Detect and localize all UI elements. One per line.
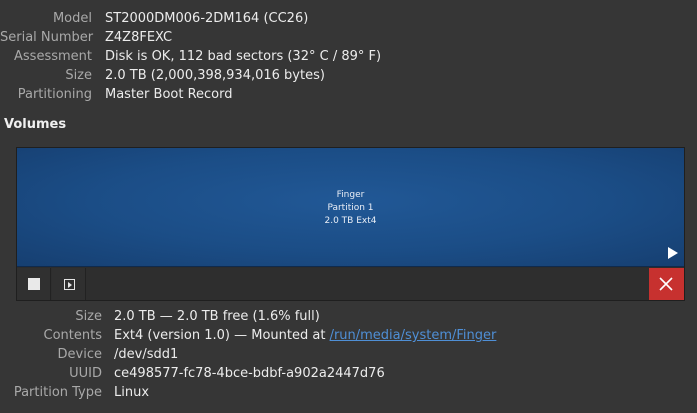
contents-row: Contents Ext4 (version 1.0) — Mounted at… [0, 326, 697, 345]
volume-toolbar [17, 268, 684, 300]
close-icon [659, 277, 673, 291]
partition-name: Finger [336, 190, 365, 200]
unmount-icon [64, 279, 75, 290]
contents-value: Ext4 (version 1.0) — Mounted at /run/med… [114, 326, 496, 345]
device-label: Device [57, 347, 102, 362]
partition-type-row: Partition Type Linux [0, 383, 697, 402]
volumes-map: Finger Partition 1 2.0 TB Ext4 [16, 147, 685, 301]
partition-size-fs: 2.0 TB Ext4 [324, 216, 377, 226]
device-row: Device /dev/sdd1 [0, 345, 697, 364]
mount-path-link[interactable]: /run/media/system/Finger [330, 328, 497, 343]
partition-type-value: Linux [114, 385, 150, 400]
uuid-label: UUID [69, 366, 102, 381]
assessment-value: Disk is OK, 112 bad sectors (32° C / 89°… [105, 49, 382, 64]
serial-label: Serial Number [0, 30, 94, 45]
stop-icon [28, 278, 40, 290]
partitioning-row: Partitioning Master Boot Record [0, 85, 697, 104]
additional-options-button[interactable] [52, 268, 86, 300]
size-value: 2.0 TB (2,000,398,934,016 bytes) [105, 68, 325, 83]
uuid-row: UUID ce498577-fc78-4bce-bdbf-a902a2447d7… [0, 364, 697, 383]
model-value: ST2000DM006-2DM164 (CC26) [105, 11, 309, 26]
serial-row: Serial Number Z4Z8FEXC [0, 28, 697, 47]
model-row: Model ST2000DM006-2DM164 (CC26) [0, 9, 697, 28]
vol-size-value: 2.0 TB — 2.0 TB free (1.6% full) [114, 309, 320, 324]
vol-size-label: Size [75, 309, 102, 324]
partition-block[interactable]: Finger Partition 1 2.0 TB Ext4 [17, 148, 684, 267]
unmount-button[interactable] [17, 268, 51, 300]
volumes-heading: Volumes [4, 117, 67, 132]
assessment-label: Assessment [14, 49, 92, 64]
partition-number: Partition 1 [327, 203, 374, 213]
model-label: Model [52, 11, 92, 26]
vol-size-row: Size 2.0 TB — 2.0 TB free (1.6% full) [0, 307, 697, 326]
partition-label: Finger Partition 1 2.0 TB Ext4 [17, 189, 684, 228]
assessment-row: Assessment Disk is OK, 112 bad sectors (… [0, 47, 697, 66]
uuid-value: ce498577-fc78-4bce-bdbf-a902a2447d76 [114, 366, 385, 381]
size-label: Size [65, 68, 92, 83]
partitioning-value: Master Boot Record [105, 87, 233, 102]
partition-type-label: Partition Type [13, 385, 102, 400]
play-icon [668, 247, 678, 259]
serial-value: Z4Z8FEXC [105, 30, 173, 45]
contents-label: Contents [43, 328, 102, 343]
device-value: /dev/sdd1 [114, 347, 179, 362]
contents-text: Ext4 (version 1.0) — Mounted at [114, 328, 330, 343]
delete-partition-button[interactable] [649, 268, 684, 300]
size-row: Size 2.0 TB (2,000,398,934,016 bytes) [0, 66, 697, 85]
partitioning-label: Partitioning [17, 87, 92, 102]
